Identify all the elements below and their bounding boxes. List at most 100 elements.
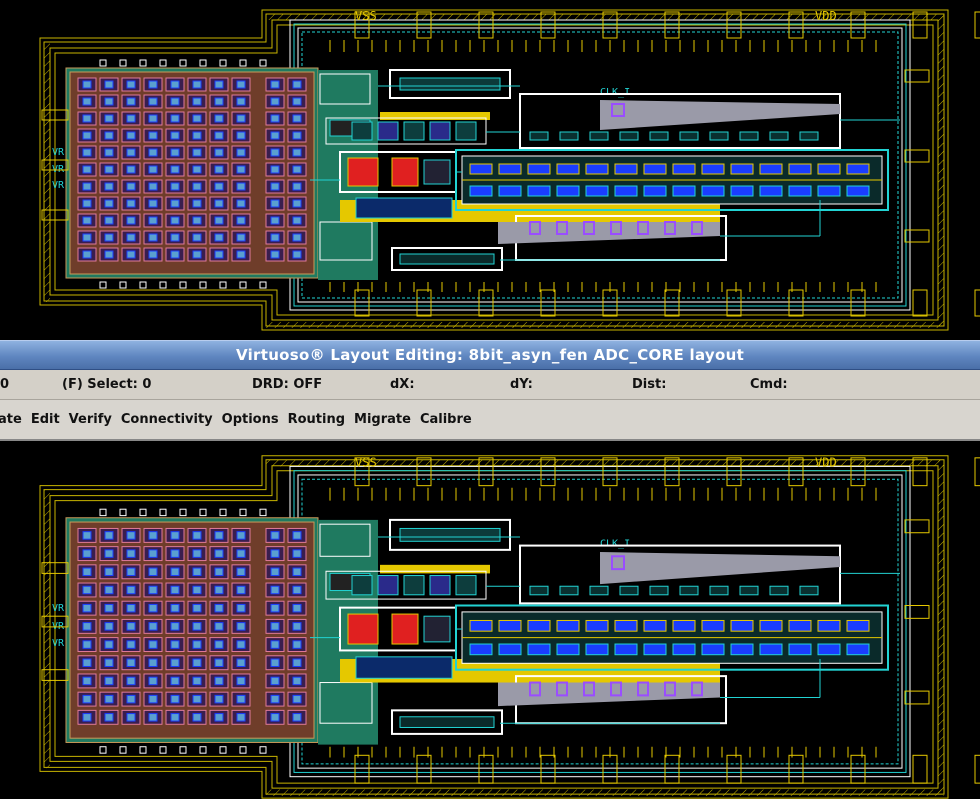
pin-label-clk: CLK_I xyxy=(600,87,630,98)
menu-verify[interactable]: Verify xyxy=(69,412,112,427)
cap-via xyxy=(148,676,158,686)
menu-edit[interactable]: Edit xyxy=(31,412,60,427)
cap-via xyxy=(270,148,280,157)
status-select: (F) Select: 0 xyxy=(62,377,152,392)
menu-migrate[interactable]: Migrate xyxy=(354,412,411,427)
cap-via xyxy=(270,233,280,242)
clock-cell xyxy=(589,131,609,141)
cap-via xyxy=(148,165,158,174)
sar-cell-bottom xyxy=(498,185,522,197)
cap-via xyxy=(214,658,224,667)
cap-via xyxy=(126,622,136,631)
cap-via xyxy=(170,165,180,174)
cap-via xyxy=(192,148,202,157)
cap-via xyxy=(126,250,136,259)
cap-via xyxy=(270,182,280,191)
status-left-value: 0 xyxy=(0,377,10,392)
cap-via xyxy=(192,567,202,577)
cap-via xyxy=(236,622,246,631)
menu-calibre[interactable]: Calibre xyxy=(420,412,472,427)
cap-via xyxy=(148,233,158,242)
pin-label-clk: CLK_I xyxy=(600,539,630,550)
cap-via xyxy=(214,131,224,140)
window-titlebar[interactable]: Virtuoso® Layout Editing: 8bit_asyn_fen … xyxy=(0,340,980,370)
cap-via xyxy=(214,640,224,649)
pin-stub-right xyxy=(904,229,930,243)
sar-cell-bottom xyxy=(527,643,551,656)
sar-cell-bottom xyxy=(556,643,580,656)
cap-via xyxy=(126,567,136,577)
cap-via xyxy=(104,603,114,613)
cap-via xyxy=(82,182,92,191)
array-pin xyxy=(199,746,207,754)
clock-cell xyxy=(649,585,669,596)
cap-via xyxy=(82,233,92,242)
cap-via xyxy=(214,199,224,208)
cap-via xyxy=(292,640,302,649)
layout-drawing-bottom[interactable]: VSS VDDCLK_IVRVRVR xyxy=(0,441,980,799)
cap-via xyxy=(270,199,280,208)
cap-via xyxy=(192,250,202,259)
array-pin xyxy=(219,746,227,754)
cap-via xyxy=(126,713,136,722)
array-pin xyxy=(199,508,207,517)
cap-via xyxy=(82,603,92,613)
cap-via xyxy=(270,713,280,722)
cap-via xyxy=(192,585,202,595)
sar-cell-bottom xyxy=(817,643,841,656)
cap-via xyxy=(214,165,224,174)
cap-via xyxy=(126,148,136,157)
cap-via xyxy=(236,114,246,123)
pad-stub-top xyxy=(974,11,980,39)
cap-via xyxy=(104,567,114,577)
cap-via xyxy=(170,549,180,558)
sar-cell-top xyxy=(788,163,812,175)
clock-cell xyxy=(739,131,759,141)
array-pin xyxy=(179,508,187,517)
array-pin xyxy=(239,281,247,289)
sar-cell-top xyxy=(701,619,725,632)
layout-canvas-bottom[interactable]: VSS VDD CLK_I VR VR VR xyxy=(0,441,980,799)
cap-via xyxy=(214,585,224,595)
cap-via xyxy=(126,80,136,89)
sar-cell-bottom xyxy=(643,185,667,197)
guard-hatch-bottom xyxy=(266,789,944,796)
pin-stub-right xyxy=(904,149,930,163)
sar-cell-top xyxy=(788,619,812,632)
cap-via xyxy=(104,233,114,242)
cap-via xyxy=(104,131,114,140)
menu-options[interactable]: Options xyxy=(222,412,279,427)
sar-cell-bottom xyxy=(846,185,870,197)
comparator-cell xyxy=(351,575,373,596)
status-cmd: Cmd: xyxy=(750,377,788,392)
status-bar: 0 (F) Select: 0 DRD: OFF dX: dY: Dist: C… xyxy=(0,370,980,400)
cap-via xyxy=(292,658,302,667)
layout-drawing-top[interactable]: VSS VDDCLK_IVRVRVR xyxy=(0,0,980,340)
menu-create[interactable]: ate xyxy=(0,412,22,427)
sar-cell-bottom xyxy=(498,643,522,656)
cap-via xyxy=(170,80,180,89)
clock-cell xyxy=(799,585,819,596)
menu-connectivity[interactable]: Connectivity xyxy=(121,412,213,427)
layout-canvas-top[interactable]: VSS VDD CLK_I VR VR VR xyxy=(0,0,980,340)
menu-routing[interactable]: Routing xyxy=(288,412,345,427)
window-title: Virtuoso® Layout Editing: 8bit_asyn_fen … xyxy=(235,346,745,364)
cap-via xyxy=(270,165,280,174)
cap-via xyxy=(236,585,246,595)
sar-cell-bottom xyxy=(585,185,609,197)
pad-stub-bottom xyxy=(354,754,370,784)
cap-via xyxy=(126,603,136,613)
clock-cell xyxy=(709,585,729,596)
cap-via xyxy=(292,216,302,225)
cap-via xyxy=(104,216,114,225)
cap-via xyxy=(292,97,302,106)
array-pin xyxy=(219,281,227,289)
sar-cell-top xyxy=(585,163,609,175)
sar-cell-top xyxy=(730,163,754,175)
sar-cell-top xyxy=(846,619,870,632)
pin-label-vss: VSS xyxy=(355,455,377,469)
cap-via xyxy=(292,182,302,191)
cap-via xyxy=(270,216,280,225)
sar-cell-bottom xyxy=(469,643,493,656)
clock-cell xyxy=(769,585,789,596)
